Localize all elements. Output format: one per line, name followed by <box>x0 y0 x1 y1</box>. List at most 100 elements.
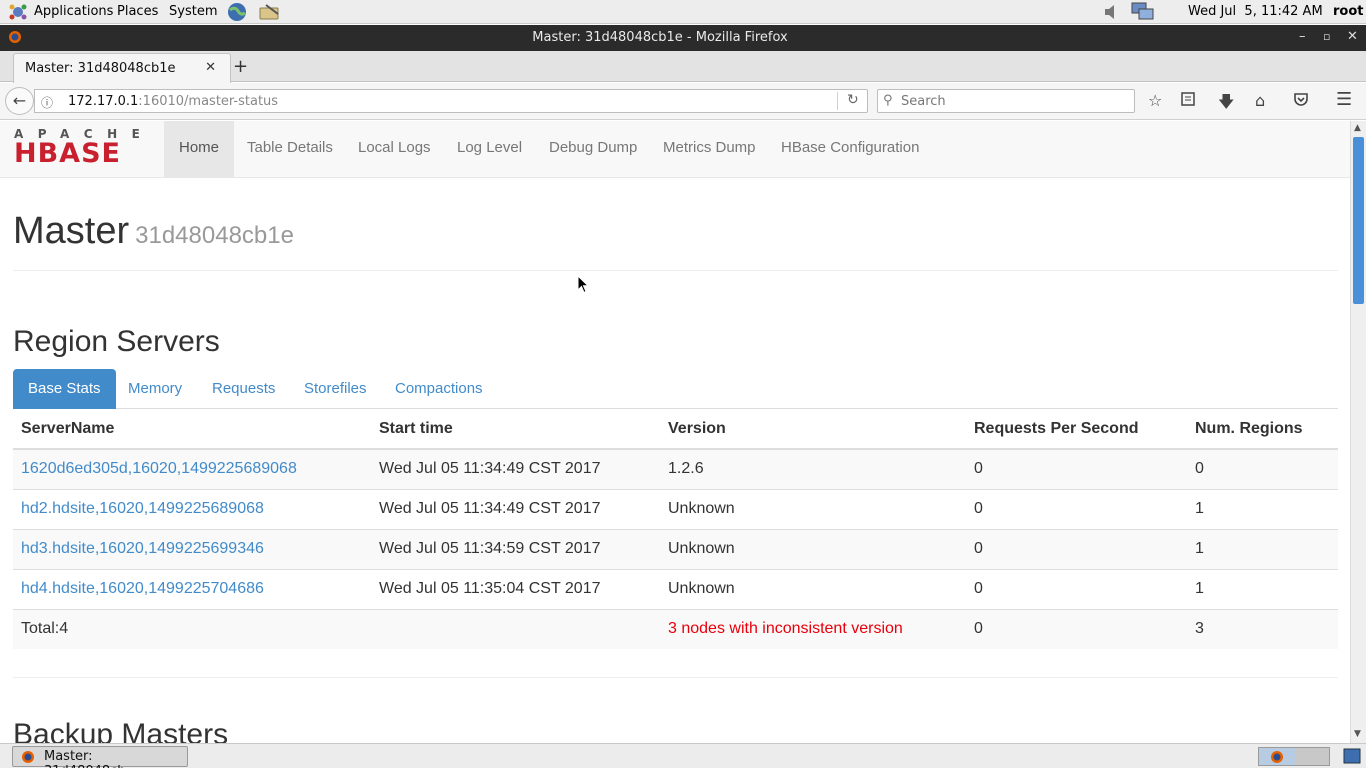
show-desktop-icon[interactable] <box>1343 748 1361 768</box>
start-time-cell: Wed Jul 05 11:34:49 CST 2017 <box>371 448 660 489</box>
section-divider <box>13 677 1338 678</box>
volume-icon[interactable] <box>1103 3 1119 25</box>
url-separator <box>837 92 838 110</box>
master-label: Master <box>13 210 130 252</box>
gnome-foot-icon[interactable] <box>8 3 28 21</box>
regions-cell: 1 <box>1187 528 1338 569</box>
taskbar-firefox-window[interactable]: Master: 31d48048cb··· <box>12 746 188 768</box>
requests-cell: 0 <box>966 488 1187 529</box>
downloads-icon[interactable]: 🡇 <box>1218 91 1234 118</box>
url-bar[interactable]: ⓘ 172.17.0.1:16010/master-status ↻ <box>34 89 868 113</box>
tab-compactions[interactable]: Compactions <box>380 369 498 409</box>
start-time-cell: Wed Jul 05 11:34:49 CST 2017 <box>371 488 660 529</box>
region-servers-heading: Region Servers <box>13 325 220 358</box>
table-row: hd2.hdsite,16020,1499225689068 Wed Jul 0… <box>13 488 1338 529</box>
bookmark-star-icon[interactable]: ☆ <box>1148 91 1162 110</box>
server-name-link[interactable]: 1620d6ed305d,16020,1499225689068 <box>13 448 371 489</box>
col-header-requests-per-second[interactable]: Requests Per Second <box>966 409 1187 450</box>
total-empty-cell <box>371 608 660 649</box>
nav-log-level[interactable]: Log Level <box>442 121 537 178</box>
server-name-link[interactable]: hd4.hdsite,16020,1499225704686 <box>13 568 371 609</box>
hbase-navbar: APACHE HBASE Home Table Details Local Lo… <box>0 121 1350 178</box>
title-divider <box>13 270 1338 271</box>
tab-base-stats[interactable]: Base Stats <box>13 369 116 409</box>
inconsistent-version-warning: 3 nodes with inconsistent version <box>660 608 966 649</box>
site-info-icon[interactable]: ⓘ <box>41 94 53 111</box>
regions-cell: 1 <box>1187 488 1338 529</box>
table-header-row: ServerName Start time Version Requests P… <box>13 409 1338 450</box>
browser-tab-label: Master: 31d48048cb1e <box>25 61 176 76</box>
menu-places[interactable]: Places <box>117 4 158 19</box>
nav-table-details[interactable]: Table Details <box>232 121 348 178</box>
search-bar[interactable]: ⚲ <box>877 89 1135 113</box>
window-title: Master: 31d48048cb1e - Mozilla Firefox <box>532 30 788 45</box>
tab-requests[interactable]: Requests <box>197 369 290 409</box>
gnome-top-panel: Applications Places System Wed Jul 5, 11… <box>0 0 1366 24</box>
menu-system[interactable]: System <box>169 4 217 19</box>
tab-memory[interactable]: Memory <box>113 369 197 409</box>
total-requests-cell: 0 <box>966 608 1187 649</box>
window-title-bar: Master: 31d48048cb1e - Mozilla Firefox –… <box>0 25 1366 51</box>
master-id: 31d48048cb1e <box>135 222 294 249</box>
home-icon[interactable]: ⌂ <box>1255 91 1265 110</box>
maximize-icon[interactable]: ▫ <box>1323 30 1330 43</box>
version-cell: Unknown <box>660 568 966 609</box>
text-editor-launcher-icon[interactable] <box>258 2 282 26</box>
scrollbar-thumb[interactable] <box>1353 137 1364 304</box>
nav-metrics-dump[interactable]: Metrics Dump <box>648 121 771 178</box>
bookmarks-library-icon[interactable] <box>1180 91 1196 111</box>
url-host: 172.17.0.1 <box>68 94 139 109</box>
logo-hbase-text: HBASE <box>14 138 121 169</box>
col-header-version[interactable]: Version <box>660 409 966 450</box>
network-icon[interactable] <box>1131 2 1155 26</box>
server-name-link[interactable]: hd3.hdsite,16020,1499225699346 <box>13 528 371 569</box>
start-time-cell: Wed Jul 05 11:34:59 CST 2017 <box>371 528 660 569</box>
nav-debug-dump[interactable]: Debug Dump <box>534 121 652 178</box>
minimize-icon[interactable]: – <box>1299 29 1306 44</box>
col-header-start-time[interactable]: Start time <box>371 409 660 450</box>
page-title: Master 31d48048cb1e <box>13 210 294 253</box>
vertical-scrollbar[interactable]: ▲ ▼ <box>1350 121 1366 743</box>
scroll-down-arrow-icon[interactable]: ▼ <box>1354 729 1361 739</box>
reload-icon[interactable]: ↻ <box>847 92 859 108</box>
tab-strip: Master: 31d48048cb1e ✕ + <box>0 51 1366 83</box>
hamburger-menu-icon[interactable]: ☰ <box>1336 89 1352 110</box>
hbase-logo[interactable]: APACHE HBASE <box>14 127 150 169</box>
url-text: 172.17.0.1:16010/master-status <box>68 94 278 109</box>
region-server-tabs: Base Stats Memory Requests Storefiles Co… <box>13 369 1338 409</box>
requests-cell: 0 <box>966 528 1187 569</box>
menu-applications[interactable]: Applications <box>34 4 113 19</box>
web-browser-launcher-icon[interactable] <box>226 2 248 26</box>
search-input[interactable] <box>901 93 1126 109</box>
nav-home[interactable]: Home <box>164 121 235 178</box>
nav-hbase-configuration[interactable]: HBase Configuration <box>766 121 934 178</box>
close-window-icon[interactable]: ✕ <box>1347 29 1358 44</box>
nav-local-logs[interactable]: Local Logs <box>343 121 446 178</box>
bottom-taskbar: Master: 31d48048cb··· <box>0 743 1366 768</box>
panel-user[interactable]: root <box>1333 4 1364 19</box>
taskbar-firefox-icon <box>21 750 35 768</box>
pocket-icon[interactable] <box>1293 91 1309 111</box>
back-arrow-icon[interactable]: ← <box>5 87 34 115</box>
workspace-1[interactable] <box>1259 748 1295 765</box>
col-header-servername[interactable]: ServerName <box>13 409 371 450</box>
requests-cell: 0 <box>966 448 1187 489</box>
table-row: 1620d6ed305d,16020,1499225689068 Wed Jul… <box>13 448 1338 489</box>
panel-clock[interactable]: Wed Jul 5, 11:42 AM <box>1188 4 1323 19</box>
tab-storefiles[interactable]: Storefiles <box>289 369 382 409</box>
scroll-up-arrow-icon[interactable]: ▲ <box>1354 123 1361 133</box>
regions-cell: 1 <box>1187 568 1338 609</box>
table-row: hd3.hdsite,16020,1499225699346 Wed Jul 0… <box>13 528 1338 569</box>
browser-tab[interactable]: Master: 31d48048cb1e ✕ <box>13 53 231 83</box>
url-path: :16010/master-status <box>138 94 279 109</box>
requests-cell: 0 <box>966 568 1187 609</box>
col-header-num-regions[interactable]: Num. Regions <box>1187 409 1338 450</box>
close-tab-icon[interactable]: ✕ <box>205 60 216 75</box>
workspace-switcher[interactable] <box>1258 747 1330 766</box>
start-time-cell: Wed Jul 05 11:35:04 CST 2017 <box>371 568 660 609</box>
version-cell: Unknown <box>660 488 966 529</box>
backup-masters-heading: Backup Masters <box>13 718 229 743</box>
server-name-link[interactable]: hd2.hdsite,16020,1499225689068 <box>13 488 371 529</box>
taskbar-item-label: Master: 31d48048cb··· <box>44 749 138 768</box>
new-tab-icon[interactable]: + <box>233 56 248 77</box>
